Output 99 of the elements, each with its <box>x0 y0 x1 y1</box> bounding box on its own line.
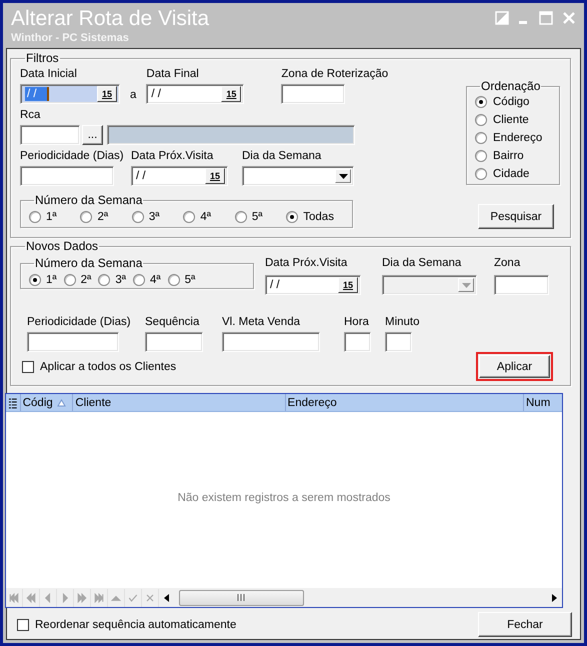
radio-option[interactable]: 5ª <box>168 273 196 287</box>
radio-option[interactable]: 4ª <box>132 273 161 287</box>
column-header[interactable]: Endereço <box>284 394 523 411</box>
calendar-button[interactable]: 15 <box>97 86 117 102</box>
radio-option[interactable]: 4ª <box>183 210 212 224</box>
radio-option[interactable]: 1ª <box>29 273 57 287</box>
maximize-icon[interactable] <box>539 11 553 25</box>
text-field[interactable] <box>281 84 346 104</box>
field-label: Rca <box>20 108 40 122</box>
radio-option[interactable]: Endereço <box>475 131 555 145</box>
radio-circle[interactable] <box>168 274 180 286</box>
field-label: Data Inicial <box>20 67 77 81</box>
field-label: Data Próx.Visita <box>131 149 214 163</box>
apply-button[interactable]: Aplicar <box>479 355 550 378</box>
text-field[interactable] <box>344 332 371 352</box>
sort-arrow-icon <box>57 398 66 406</box>
text-field[interactable] <box>20 125 80 145</box>
radio-circle[interactable] <box>64 274 76 286</box>
radio-circle[interactable] <box>132 274 145 286</box>
field-label: Zona de Roterização <box>281 67 388 81</box>
x-icon <box>144 592 156 604</box>
field-label: Minuto <box>385 315 420 329</box>
radio-circle[interactable] <box>475 132 487 144</box>
field-label: Data Próx.Visita <box>265 256 348 270</box>
empty-message: Não existem registros a serem mostrados <box>178 492 390 504</box>
radio-option[interactable]: 2ª <box>80 210 108 224</box>
text-field[interactable] <box>494 275 549 295</box>
radio-circle[interactable] <box>475 150 487 162</box>
list-icon[interactable] <box>8 397 18 409</box>
radio-circle[interactable] <box>475 168 487 180</box>
half-square-icon[interactable] <box>495 11 509 25</box>
radio-option[interactable]: 3ª <box>98 273 126 287</box>
date-field[interactable]: / / 15 <box>146 84 244 104</box>
column-header[interactable]: Num <box>523 394 562 411</box>
group-title: Número da Semana <box>34 257 144 270</box>
window-title: Alterar Rota de Visita <box>11 7 210 31</box>
text-field[interactable] <box>20 166 114 186</box>
radio-option[interactable]: Código <box>475 95 555 109</box>
radio-option[interactable]: 3ª <box>132 210 160 224</box>
group-title: Filtros <box>25 52 60 65</box>
field-label: Zona <box>494 256 520 270</box>
calendar-button[interactable]: 15 <box>338 277 358 293</box>
field-label: Periodicidade (Dias) <box>20 149 124 163</box>
radio-option[interactable]: 5ª <box>234 210 262 224</box>
group-title: Número da Semana <box>34 194 144 207</box>
field-label: Vl. Meta Venda <box>222 315 300 329</box>
field-label: Hora <box>344 315 369 329</box>
dropdown[interactable] <box>242 166 354 186</box>
radio-option[interactable]: Bairro <box>475 149 555 163</box>
radio-circle[interactable] <box>475 114 487 126</box>
text-field[interactable] <box>27 332 119 352</box>
radio-circle[interactable] <box>286 211 298 223</box>
search-button[interactable]: Pesquisar <box>478 204 554 229</box>
checkbox[interactable]: Reordenar sequência automaticamente <box>17 618 236 632</box>
radio-circle[interactable] <box>29 211 41 223</box>
radio-circle[interactable] <box>234 211 247 223</box>
group-title: Ordenação <box>480 80 542 93</box>
field-label: Sequência <box>145 315 200 329</box>
radio-circle[interactable] <box>29 274 41 286</box>
rewind-icon <box>25 592 37 604</box>
lookup-button[interactable]: ... <box>82 125 103 145</box>
radio-option[interactable]: 2ª <box>64 273 92 287</box>
close-icon[interactable] <box>562 11 576 25</box>
right-arrow-icon[interactable] <box>550 594 558 602</box>
skip-start-icon <box>8 592 20 604</box>
checkbox[interactable]: Aplicar a todos os Clientes <box>22 360 176 374</box>
field-label: Dia da Semana <box>382 256 462 270</box>
date-field[interactable]: / / 15 <box>265 275 361 295</box>
caret-icon[interactable] <box>338 174 348 178</box>
radio-option[interactable]: 1ª <box>29 210 57 224</box>
fast-forward-icon <box>76 592 88 604</box>
radio-circle[interactable] <box>183 211 196 223</box>
close-button[interactable]: Fechar <box>478 612 572 637</box>
calendar-button[interactable]: 15 <box>221 86 242 102</box>
range-separator: a <box>130 89 136 101</box>
radio-circle[interactable] <box>98 274 110 286</box>
radio-circle[interactable] <box>80 211 92 223</box>
scroll-thumb[interactable] <box>179 590 304 606</box>
date-field[interactable]: / / 15 <box>131 166 228 186</box>
column-header[interactable]: Cliente <box>72 394 285 411</box>
radio-circle[interactable] <box>132 211 144 223</box>
radio-circle[interactable] <box>475 96 487 108</box>
group-title: Novos Dados <box>25 240 100 253</box>
radio-option[interactable]: Todas <box>286 210 334 224</box>
calendar-button[interactable]: 15 <box>205 168 225 184</box>
text-field[interactable] <box>385 332 412 352</box>
text-field[interactable] <box>145 332 203 352</box>
left-arrow-icon[interactable] <box>163 594 171 602</box>
skip-end-icon <box>93 592 105 604</box>
check-icon <box>127 592 139 604</box>
field-label: Data Final <box>146 67 199 81</box>
field-label: Dia da Semana <box>242 149 322 163</box>
text-field[interactable] <box>222 332 320 352</box>
field-label: Periodicidade (Dias) <box>27 315 131 329</box>
grip-icon <box>237 594 246 601</box>
date-field[interactable]: / / 15 <box>20 84 120 104</box>
radio-option[interactable]: Cliente <box>475 113 555 127</box>
radio-option[interactable]: Cidade <box>475 167 555 181</box>
column-header[interactable]: Códig <box>20 394 72 411</box>
